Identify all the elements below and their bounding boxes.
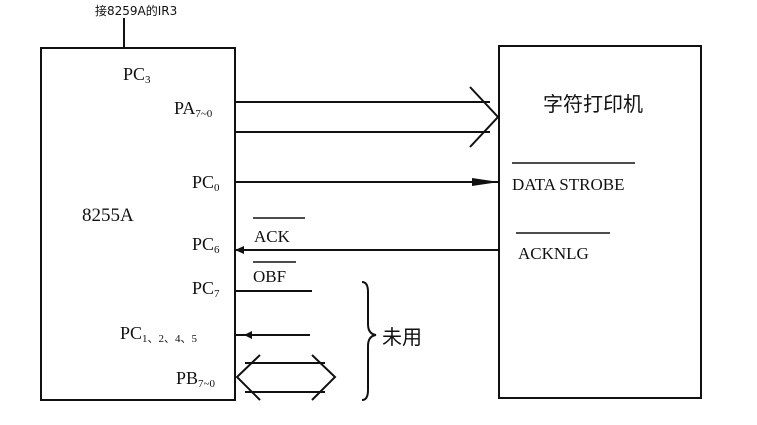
pa-bus-arrow	[235, 86, 500, 148]
acknlg-pc6-wire	[235, 246, 499, 254]
unused-brace	[361, 281, 377, 401]
ack-label: ACK	[254, 227, 291, 246]
data-strobe-label: DATA STROBE	[512, 175, 624, 194]
pin-pb-label: PB7~0	[176, 368, 215, 390]
top-note: 接8259A的IR3	[95, 3, 177, 18]
pin-pc1245-label: PC1、2、4、5	[120, 323, 198, 345]
pin-pa-label: PA7~0	[174, 98, 213, 120]
chip-8255a-label: 8255A	[82, 205, 134, 226]
pb-bus-arrow	[235, 354, 337, 401]
pin-pc3-label: PC3	[123, 64, 151, 86]
obf-label: OBF	[253, 267, 286, 286]
unused-label: 未用	[382, 326, 422, 349]
pin-pc6-label: PC6	[192, 234, 220, 256]
pin-pc0-label: PC0	[192, 172, 220, 194]
printer-label: 字符打印机	[543, 93, 643, 116]
interface-diagram: 接8259A的IR3 8255A PC3 PA7~0 PC0 PC6 PC7 P…	[40, 3, 702, 401]
pc0-strobe-wire	[235, 178, 499, 186]
pin-pc7-label: PC7	[192, 278, 220, 300]
chip-8255a-box	[40, 47, 236, 401]
acknlg-label: ACKNLG	[518, 244, 589, 263]
pc1245-wire	[235, 331, 310, 339]
